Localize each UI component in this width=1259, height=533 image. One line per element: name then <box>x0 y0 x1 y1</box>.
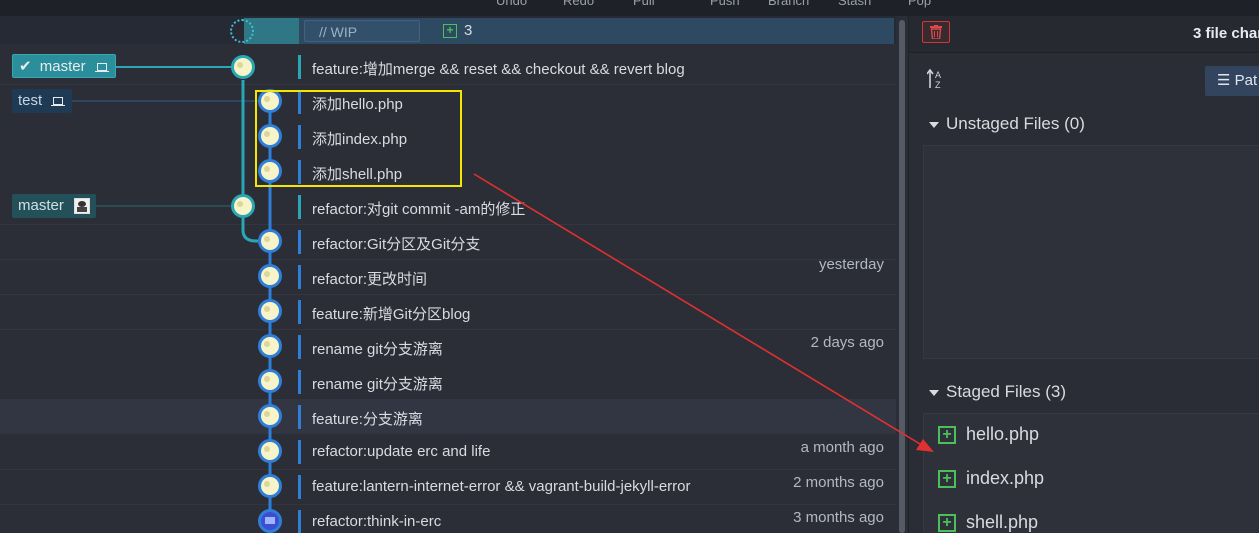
commit-node-avatar-icon <box>258 369 282 393</box>
branch-name: test <box>18 92 43 109</box>
staged-file-item[interactable]: + hello.php <box>938 424 1039 454</box>
commit-message: 添加index.php <box>312 131 408 148</box>
commit-message: 添加shell.php <box>312 166 403 183</box>
commit-time: a month ago <box>800 439 884 456</box>
redo-button[interactable]: Redo <box>563 0 594 8</box>
unstaged-title-label: Unstaged Files (0) <box>946 114 1085 133</box>
commit-node-avatar-icon <box>231 194 255 218</box>
path-view-button[interactable]: ☰ Pat <box>1205 66 1259 96</box>
staged-title-label: Staged Files (3) <box>946 382 1066 401</box>
commit-detail-panel: 3 file char A Z ☰ Pat Unstaged Files (0)… <box>908 16 1259 533</box>
push-button[interactable]: Push <box>710 0 740 8</box>
remote-avatar-icon <box>74 198 91 215</box>
commit-time: yesterday <box>818 256 884 273</box>
commit-node-avatar-icon <box>258 264 282 288</box>
staged-file-item[interactable]: + index.php <box>938 468 1044 498</box>
branch-name: master <box>39 58 86 75</box>
commit-node-avatar-icon <box>258 474 282 498</box>
gitkraken-window: Undo Redo Pull Push Branch Stash Pop // … <box>0 0 1259 533</box>
branch-label-master-remote[interactable]: master <box>12 194 96 218</box>
branch-button[interactable]: Branch <box>768 0 809 8</box>
commit-node-avatar-icon <box>258 159 282 183</box>
commit-node-avatar-icon <box>258 299 282 323</box>
branch-label-test[interactable]: test <box>12 89 72 113</box>
unstaged-files-list <box>923 145 1259 359</box>
commit-message: feature:新增Git分区blog <box>312 306 471 323</box>
laptop-icon <box>94 62 109 72</box>
staged-files-list: + hello.php + index.php + shell.php <box>923 413 1259 533</box>
staged-file-item[interactable]: + shell.php <box>938 512 1038 533</box>
commit-node-avatar-icon <box>258 89 282 113</box>
commit-message: refactor:update erc and life <box>312 443 491 460</box>
wip-message-input[interactable]: // WIP <box>304 20 420 42</box>
pull-button[interactable]: Pull <box>633 0 655 8</box>
panel-header: 3 file char <box>909 16 1259 53</box>
check-icon: ✔ <box>19 58 32 75</box>
sort-icon[interactable]: A Z <box>927 68 945 90</box>
commit-message: refactor:Git分区及Git分支 <box>312 236 481 253</box>
commit-message: refactor:更改时间 <box>312 271 428 288</box>
file-added-icon: + <box>938 426 956 445</box>
commit-message: refactor:对git commit -am的修正 <box>312 201 526 218</box>
graph-scrollbar-thumb[interactable] <box>899 20 905 533</box>
svg-text:Z: Z <box>935 80 941 90</box>
discard-changes-button[interactable] <box>922 21 950 43</box>
path-button-label: Pat <box>1234 72 1258 89</box>
staged-file-name: index.php <box>966 468 1045 488</box>
master-merge-curve <box>241 218 258 243</box>
commit-message: feature:分支游离 <box>312 411 423 428</box>
file-changes-count: 3 file char <box>1193 25 1259 42</box>
pop-button[interactable]: Pop <box>908 0 931 8</box>
commit-node-avatar-icon <box>258 124 282 148</box>
commit-node-avatar-icon <box>258 404 282 428</box>
commit-time: 3 months ago <box>793 509 884 526</box>
wip-added-count: 3 <box>464 22 473 39</box>
commit-message: rename git分支游离 <box>312 376 443 393</box>
commit-node-avatar-icon <box>231 55 255 79</box>
commit-message: feature:增加merge && reset && checkout && … <box>312 61 685 78</box>
file-added-icon: + <box>938 514 956 533</box>
staged-file-name: shell.php <box>966 512 1039 532</box>
svg-text:A: A <box>935 70 941 80</box>
commit-node-avatar-icon <box>258 439 282 463</box>
stash-button[interactable]: Stash <box>838 0 871 8</box>
added-files-icon: + <box>443 24 457 38</box>
undo-button[interactable]: Undo <box>496 0 527 8</box>
caret-down-icon <box>929 389 939 396</box>
unstaged-files-header[interactable]: Unstaged Files (0) <box>929 114 1085 134</box>
commit-message: feature:lantern-internet-error && vagran… <box>312 478 691 495</box>
commit-node-avatar-icon <box>258 229 282 253</box>
file-added-icon: + <box>938 470 956 489</box>
branch-label-master-checked-out[interactable]: ✔ master <box>12 54 116 78</box>
commit-node-avatar-icon <box>258 334 282 358</box>
commit-message: refactor:think-in-erc <box>312 513 442 530</box>
staged-files-header[interactable]: Staged Files (3) <box>929 382 1066 402</box>
list-icon: ☰ <box>1217 72 1231 89</box>
commit-time: 2 months ago <box>793 474 884 491</box>
trash-icon <box>930 25 942 39</box>
commit-time: 2 days ago <box>810 334 884 351</box>
commit-message: rename git分支游离 <box>312 341 443 358</box>
commit-node-avatar-icon <box>258 509 282 533</box>
caret-down-icon <box>929 121 939 128</box>
staged-file-name: hello.php <box>966 424 1040 444</box>
branch-graph <box>72 55 282 533</box>
laptop-icon <box>51 96 66 106</box>
branch-name: master <box>18 197 64 214</box>
commit-message: 添加hello.php <box>312 96 403 113</box>
